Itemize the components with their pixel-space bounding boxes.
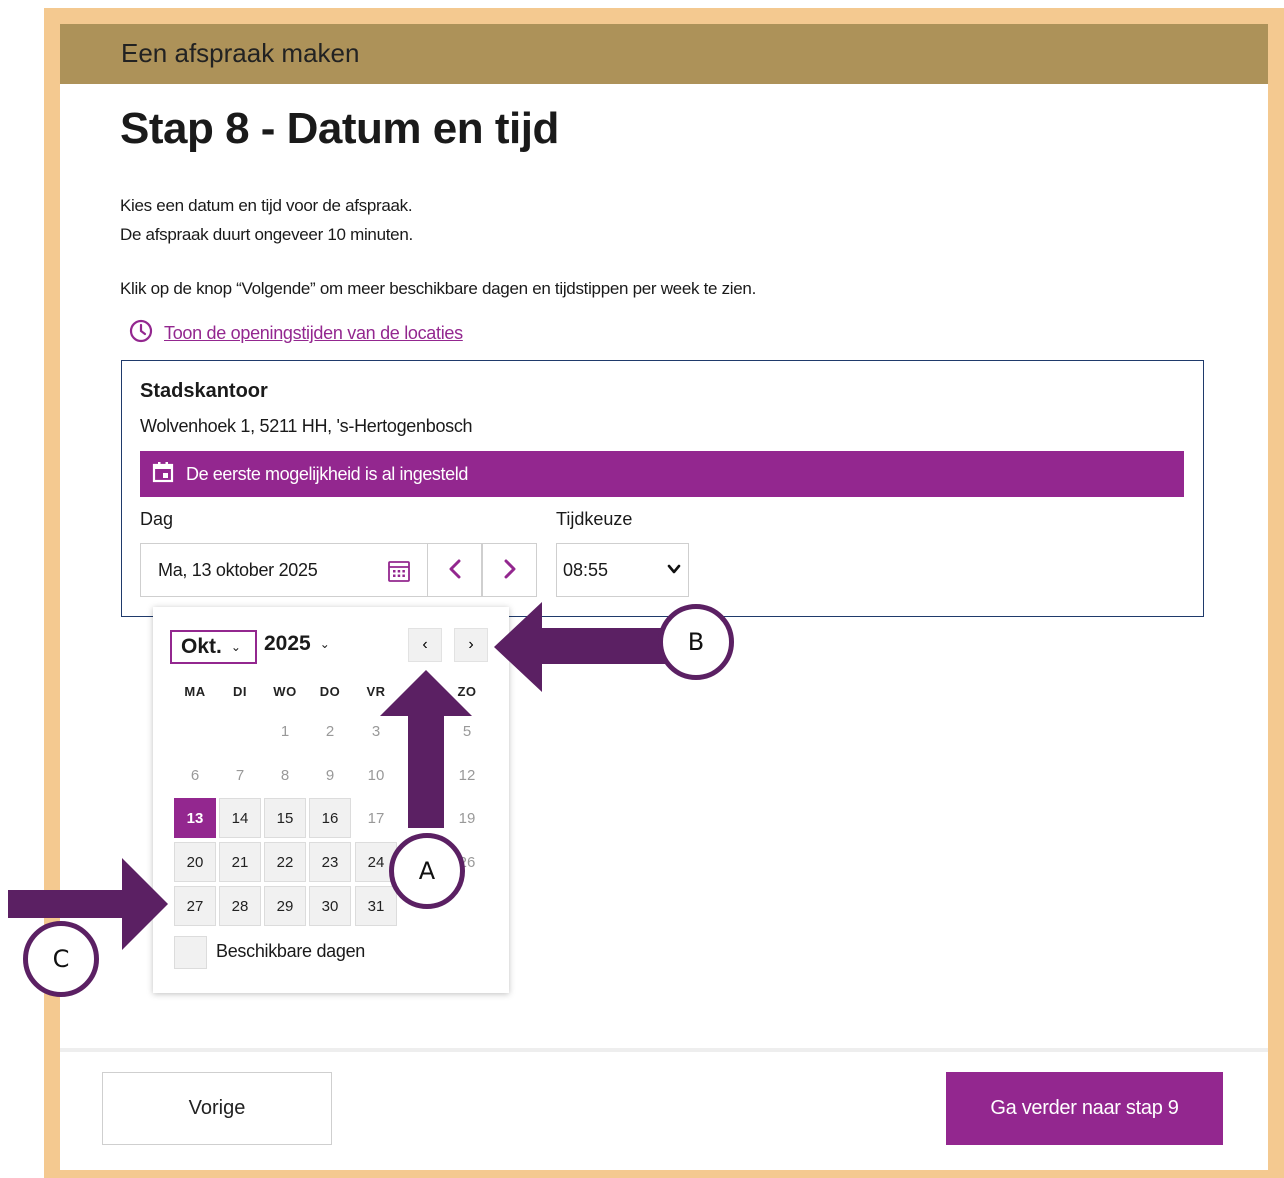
arrow-b <box>494 602 668 692</box>
arrow-a <box>380 670 472 828</box>
marker-c: C <box>23 921 99 997</box>
marker-b: B <box>658 604 734 680</box>
marker-a: A <box>389 833 465 909</box>
annotation-arrows <box>8 602 668 950</box>
